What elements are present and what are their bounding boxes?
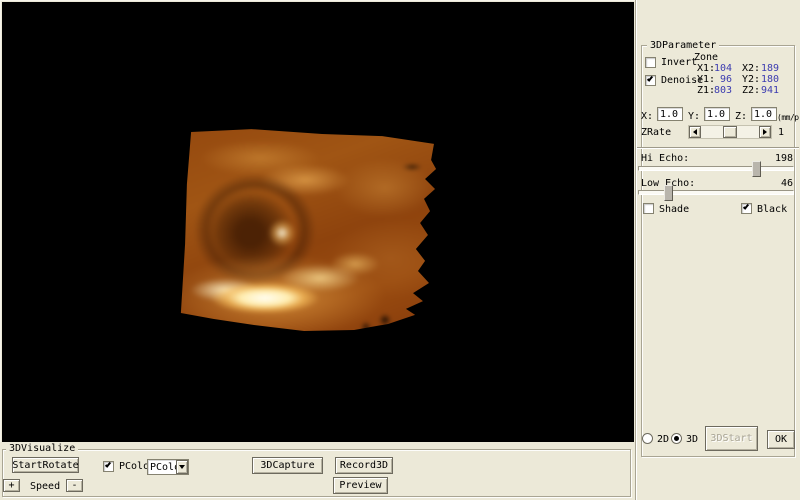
low-echo-value: 46 <box>761 178 793 189</box>
zrate-scrollbar[interactable] <box>688 125 772 139</box>
check-icon <box>647 75 653 82</box>
arrow-right-icon <box>763 129 767 135</box>
app-window: { "param_panel": { "title": "3DParameter… <box>0 0 800 500</box>
zrate-scrollbar-thumb[interactable] <box>723 126 737 138</box>
record3d-button[interactable]: Record3D <box>335 457 393 474</box>
pcolor-checkbox[interactable] <box>103 461 114 472</box>
shade-checkbox[interactable] <box>643 203 654 214</box>
chevron-down-icon <box>179 465 185 469</box>
low-echo-slider-thumb[interactable] <box>664 185 673 201</box>
check-icon <box>743 203 749 210</box>
speed-label: Speed <box>30 481 60 492</box>
3dparameter-group-title: 3DParameter <box>647 40 719 51</box>
mode-2d-radio[interactable] <box>642 433 653 444</box>
pcolor-dropdown[interactable]: PColor <box>147 459 189 475</box>
zone-y1-value: 96 <box>708 74 732 85</box>
ok-button[interactable]: OK <box>767 430 795 449</box>
speed-minus-button[interactable]: - <box>66 479 83 492</box>
zrate-left-arrow[interactable] <box>689 126 701 138</box>
scale-unit-label: (mm/p) <box>777 112 800 123</box>
hi-echo-label: Hi Echo: <box>641 153 689 164</box>
zrate-label: ZRate <box>641 127 671 138</box>
pcolor-dropdown-button[interactable] <box>176 460 188 474</box>
parameter-panel: 3DParameter Invert Denoise Zone X1: 104 … <box>635 0 800 500</box>
start-rotate-button[interactable]: StartRotate <box>12 457 79 473</box>
black-checkbox[interactable] <box>741 203 752 214</box>
hi-echo-slider-track[interactable] <box>638 166 794 171</box>
scale-y-input[interactable] <box>704 107 730 121</box>
black-label: Black <box>757 204 787 215</box>
mode-3d-radio[interactable] <box>671 433 682 444</box>
scale-z-label: Z: <box>735 111 747 122</box>
invert-label: Invert <box>661 57 697 68</box>
scale-y-label: Y: <box>688 111 700 122</box>
divider <box>637 147 799 149</box>
3dvisualize-group-title: 3DVisualize <box>6 443 78 454</box>
zrate-value: 1 <box>778 127 784 138</box>
scale-x-input[interactable] <box>657 107 683 121</box>
3dcapture-button[interactable]: 3DCapture <box>252 457 323 474</box>
scale-x-label: X: <box>641 111 653 122</box>
zone-x2-value: 189 <box>754 63 779 74</box>
arrow-left-icon <box>693 129 697 135</box>
zone-x1-value: 104 <box>708 63 732 74</box>
3dstart-button[interactable]: 3DStart <box>705 426 758 451</box>
denoise-checkbox[interactable] <box>645 75 656 86</box>
visualize-panel: 3DVisualize StartRotate + Speed - PColor… <box>0 442 635 500</box>
speed-plus-button[interactable]: + <box>3 479 20 492</box>
zone-z2-value: 941 <box>754 85 779 96</box>
zone-z1-value: 803 <box>708 85 732 96</box>
scale-z-input[interactable] <box>751 107 777 121</box>
ultrasound-texture <box>178 126 440 332</box>
hi-echo-value: 198 <box>761 153 793 164</box>
mode-2d-label: 2D <box>657 434 669 445</box>
invert-checkbox[interactable] <box>645 57 656 68</box>
zone-label: Zone <box>694 52 718 63</box>
zrate-right-arrow[interactable] <box>759 126 771 138</box>
preview-button[interactable]: Preview <box>333 477 388 494</box>
low-echo-slider-track[interactable] <box>638 190 794 195</box>
mode-3d-label: 3D <box>686 434 698 445</box>
hi-echo-slider-thumb[interactable] <box>752 161 761 177</box>
shade-label: Shade <box>659 204 689 215</box>
3d-render-viewport[interactable] <box>2 2 634 442</box>
ultrasound-volume-render <box>178 126 440 332</box>
zone-y2-value: 180 <box>754 74 779 85</box>
radio-dot-icon <box>674 436 679 441</box>
check-icon <box>105 461 111 468</box>
